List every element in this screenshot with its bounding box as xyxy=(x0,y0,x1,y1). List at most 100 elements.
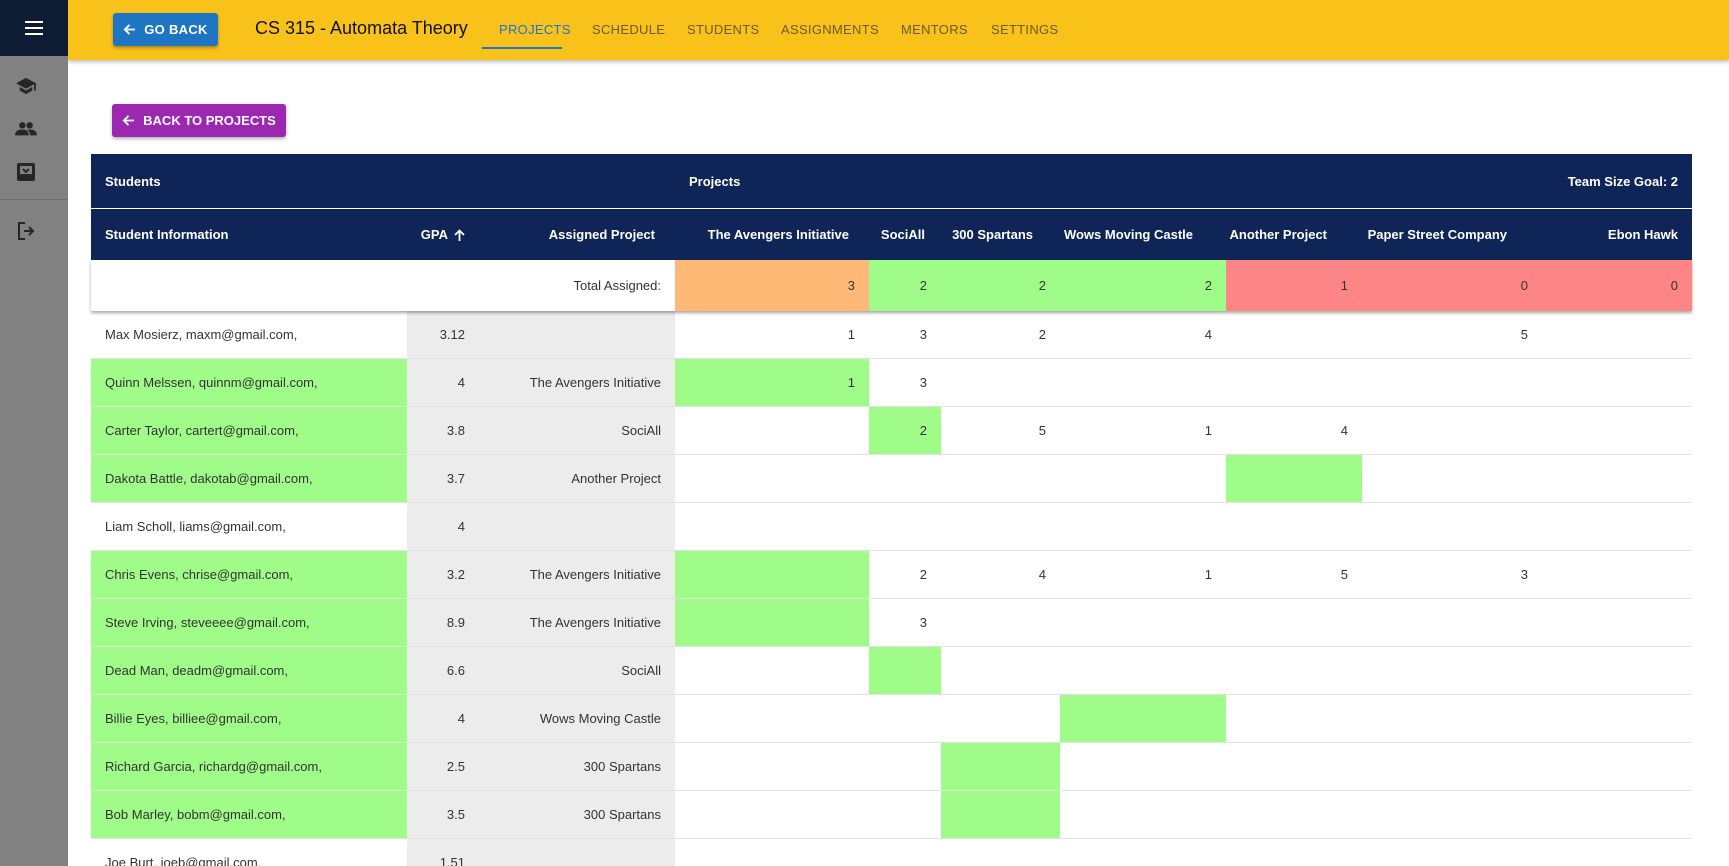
preference-cell-ebon-hawk[interactable] xyxy=(1542,791,1692,838)
preference-cell-ebon-hawk[interactable] xyxy=(1542,407,1692,454)
preference-cell-sociall[interactable]: 3 xyxy=(869,359,941,406)
preference-cell-300-spartans[interactable] xyxy=(941,503,1060,550)
preference-cell-300-spartans[interactable] xyxy=(941,743,1060,790)
preference-cell-avengers[interactable] xyxy=(675,743,869,790)
preference-cell-paper-street-company[interactable] xyxy=(1362,359,1542,406)
preference-cell-ebon-hawk[interactable] xyxy=(1542,839,1692,866)
tab-projects[interactable]: PROJECTS xyxy=(499,22,571,37)
preference-cell-wows-moving-castle[interactable] xyxy=(1060,743,1226,790)
preference-cell-another-project[interactable] xyxy=(1226,311,1362,358)
col-project-paper-street-company[interactable]: Paper Street Company xyxy=(1327,209,1507,260)
preference-cell-avengers[interactable] xyxy=(675,599,869,646)
preference-cell-sociall[interactable]: 2 xyxy=(869,407,941,454)
preference-cell-300-spartans[interactable] xyxy=(941,455,1060,502)
preference-cell-wows-moving-castle[interactable] xyxy=(1060,359,1226,406)
preference-cell-ebon-hawk[interactable] xyxy=(1542,743,1692,790)
table-row[interactable]: Dakota Battle, dakotab@gmail.com, 3.7 Anot… xyxy=(91,455,1692,503)
preference-cell-ebon-hawk[interactable] xyxy=(1542,599,1692,646)
assigned-project-cell[interactable]: The Avengers Initiative xyxy=(465,551,661,598)
preference-cell-sociall[interactable] xyxy=(869,791,941,838)
preference-cell-another-project[interactable] xyxy=(1226,359,1362,406)
preference-cell-sociall[interactable] xyxy=(869,503,941,550)
preference-cell-wows-moving-castle[interactable] xyxy=(1060,695,1226,742)
preference-cell-avengers[interactable] xyxy=(675,503,869,550)
preference-cell-another-project[interactable] xyxy=(1226,455,1362,502)
preference-cell-300-spartans[interactable]: 5 xyxy=(941,407,1060,454)
table-row[interactable]: Joe Burt, joeb@gmail.com, 1.51 xyxy=(91,839,1692,866)
preference-cell-sociall[interactable] xyxy=(869,647,941,694)
assigned-project-cell[interactable]: The Avengers Initiative xyxy=(465,359,661,406)
col-project-300-spartans[interactable]: 300 Spartans xyxy=(925,209,1033,260)
preference-cell-ebon-hawk[interactable] xyxy=(1542,647,1692,694)
preference-cell-sociall[interactable] xyxy=(869,695,941,742)
preference-cell-avengers[interactable] xyxy=(675,647,869,694)
back-to-projects-button[interactable]: BACK TO PROJECTS xyxy=(112,104,286,137)
preference-cell-paper-street-company[interactable] xyxy=(1362,503,1542,550)
preference-cell-wows-moving-castle[interactable]: 1 xyxy=(1060,407,1226,454)
preference-cell-sociall[interactable]: 3 xyxy=(869,311,941,358)
preference-cell-paper-street-company[interactable] xyxy=(1362,743,1542,790)
preference-cell-300-spartans[interactable]: 4 xyxy=(941,551,1060,598)
table-row[interactable]: Bob Marley, bobm@gmail.com, 3.5 300 Sparta… xyxy=(91,791,1692,839)
preference-cell-another-project[interactable]: 4 xyxy=(1226,407,1362,454)
menu-button[interactable] xyxy=(0,0,68,56)
tab-schedule[interactable]: SCHEDULE xyxy=(592,22,665,37)
col-project-wows-moving-castle[interactable]: Wows Moving Castle xyxy=(1033,209,1193,260)
preference-cell-ebon-hawk[interactable] xyxy=(1542,551,1692,598)
preference-cell-300-spartans[interactable] xyxy=(941,599,1060,646)
assigned-project-cell[interactable]: SociAll xyxy=(465,647,661,694)
preference-cell-another-project[interactable]: 5 xyxy=(1226,551,1362,598)
preference-cell-wows-moving-castle[interactable] xyxy=(1060,455,1226,502)
preference-cell-paper-street-company[interactable] xyxy=(1362,791,1542,838)
preference-cell-avengers[interactable] xyxy=(675,551,869,598)
preference-cell-avengers[interactable] xyxy=(675,695,869,742)
col-gpa[interactable]: GPA xyxy=(407,209,465,260)
assigned-project-cell[interactable] xyxy=(465,503,661,550)
table-row[interactable]: Chris Evens, chrise@gmail.com, 3.2 The Ave… xyxy=(91,551,1692,599)
preference-cell-avengers[interactable] xyxy=(675,839,869,866)
preference-cell-avengers[interactable]: 1 xyxy=(675,359,869,406)
preference-cell-another-project[interactable] xyxy=(1226,791,1362,838)
col-project-another-project[interactable]: Another Project xyxy=(1193,209,1327,260)
go-back-button[interactable]: GO BACK xyxy=(113,13,218,46)
preference-cell-300-spartans[interactable] xyxy=(941,791,1060,838)
preference-cell-ebon-hawk[interactable] xyxy=(1542,311,1692,358)
preference-cell-wows-moving-castle[interactable]: 4 xyxy=(1060,311,1226,358)
preference-cell-wows-moving-castle[interactable]: 1 xyxy=(1060,551,1226,598)
preference-cell-paper-street-company[interactable] xyxy=(1362,647,1542,694)
table-row[interactable]: Dead Man, deadm@gmail.com, 6.6 SociAll xyxy=(91,647,1692,695)
preference-cell-paper-street-company[interactable] xyxy=(1362,839,1542,866)
table-row[interactable]: Liam Scholl, liams@gmail.com, 4 xyxy=(91,503,1692,551)
preference-cell-another-project[interactable] xyxy=(1226,695,1362,742)
col-project-sociall[interactable]: SociAll xyxy=(849,209,925,260)
assigned-project-cell[interactable] xyxy=(465,311,661,358)
preference-cell-paper-street-company[interactable]: 5 xyxy=(1362,311,1542,358)
inbox-icon[interactable] xyxy=(14,160,38,184)
table-row[interactable]: Max Mosierz, maxm@gmail.com, 3.12 1 3 2 4 5 xyxy=(91,311,1692,359)
preference-cell-sociall[interactable] xyxy=(869,839,941,866)
preference-cell-paper-street-company[interactable] xyxy=(1362,455,1542,502)
tab-settings[interactable]: SETTINGS xyxy=(991,22,1058,37)
preference-cell-avengers[interactable]: 1 xyxy=(675,311,869,358)
preference-cell-paper-street-company[interactable] xyxy=(1362,695,1542,742)
assigned-project-cell[interactable]: Another Project xyxy=(465,455,661,502)
preference-cell-300-spartans[interactable] xyxy=(941,647,1060,694)
tab-mentors[interactable]: MENTORS xyxy=(901,22,968,37)
preference-cell-300-spartans[interactable]: 2 xyxy=(941,311,1060,358)
preference-cell-sociall[interactable] xyxy=(869,455,941,502)
table-row[interactable]: Steve Irving, steveeee@gmail.com, 8.9 The … xyxy=(91,599,1692,647)
assigned-project-cell[interactable]: Wows Moving Castle xyxy=(465,695,661,742)
preference-cell-another-project[interactable] xyxy=(1226,839,1362,866)
assigned-project-cell[interactable] xyxy=(465,839,661,866)
school-icon[interactable] xyxy=(14,74,38,98)
preference-cell-300-spartans[interactable] xyxy=(941,839,1060,866)
preference-cell-wows-moving-castle[interactable] xyxy=(1060,599,1226,646)
preference-cell-another-project[interactable] xyxy=(1226,599,1362,646)
preference-cell-another-project[interactable] xyxy=(1226,647,1362,694)
table-row[interactable]: Quinn Melssen, quinnm@gmail.com, 4 The Ave… xyxy=(91,359,1692,407)
col-project-avengers[interactable]: The Avengers Initiative xyxy=(675,209,849,260)
preference-cell-avengers[interactable] xyxy=(675,455,869,502)
preference-cell-another-project[interactable] xyxy=(1226,503,1362,550)
assigned-project-cell[interactable]: 300 Spartans xyxy=(465,743,661,790)
assigned-project-cell[interactable]: The Avengers Initiative xyxy=(465,599,661,646)
